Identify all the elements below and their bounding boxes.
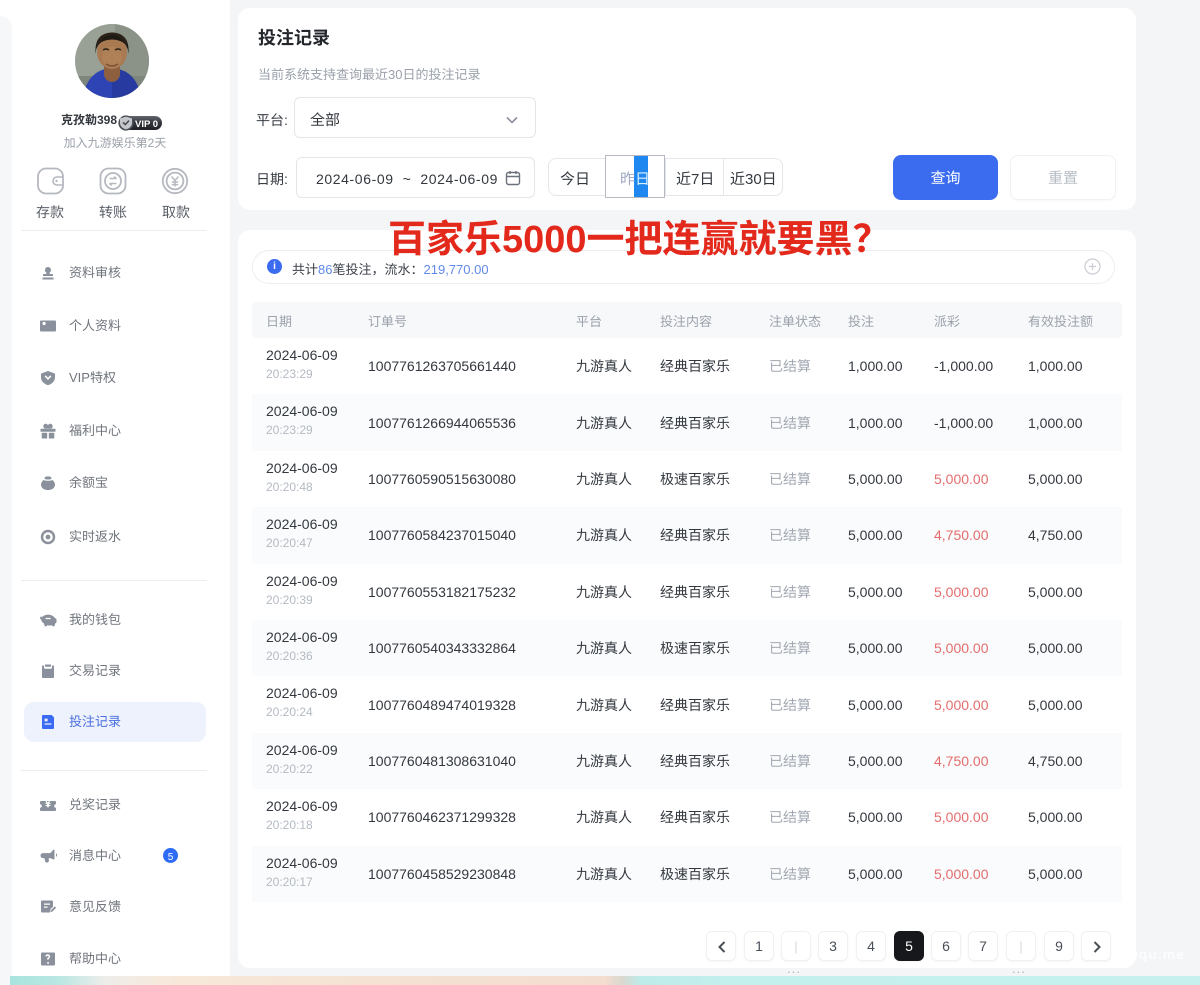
svg-text:VIP 0: VIP 0 xyxy=(135,119,158,130)
